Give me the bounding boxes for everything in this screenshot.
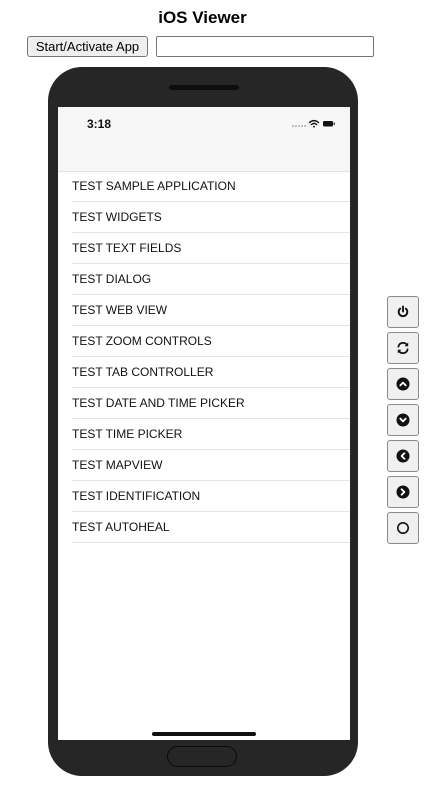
list-item-test-identification[interactable]: TEST IDENTIFICATION	[72, 481, 350, 512]
chevron-left-icon	[396, 449, 410, 463]
start-activate-app-button[interactable]: Start/Activate App	[27, 36, 148, 57]
list-item-test-time-picker[interactable]: TEST TIME PICKER	[72, 419, 350, 450]
list-item-test-mapview[interactable]: TEST MAPVIEW	[72, 450, 350, 481]
list-item-test-web-view[interactable]: TEST WEB VIEW	[72, 295, 350, 326]
status-time: 3:18	[87, 117, 112, 131]
swipe-right-button[interactable]	[387, 476, 419, 508]
wifi-icon	[308, 119, 320, 128]
list-item-test-date-and-time-picker[interactable]: TEST DATE AND TIME PICKER	[72, 388, 350, 419]
list-item-test-tab-controller[interactable]: TEST TAB CONTROLLER	[72, 357, 350, 388]
chevron-right-icon	[396, 485, 410, 499]
power-icon	[397, 305, 409, 318]
rotate-refresh-button[interactable]	[387, 332, 419, 364]
refresh-icon	[397, 341, 409, 355]
list-item-test-widgets[interactable]: TEST WIDGETS	[72, 202, 350, 233]
power-button[interactable]	[387, 296, 419, 328]
chevron-up-icon	[396, 377, 410, 391]
list-item-test-zoom-controls[interactable]: TEST ZOOM CONTROLS	[72, 326, 350, 357]
status-icons	[292, 119, 335, 128]
list-item-test-text-fields[interactable]: TEST TEXT FIELDS	[72, 233, 350, 264]
scroll-up-button[interactable]	[387, 368, 419, 400]
swipe-left-button[interactable]	[387, 440, 419, 472]
iphone-frame: 3:18 TEST SAMPLE APPLICATION TEST WIDGET…	[48, 67, 358, 776]
list-item-test-autoheal[interactable]: TEST AUTOHEAL	[72, 512, 350, 543]
list-item-test-sample-application[interactable]: TEST SAMPLE APPLICATION	[72, 171, 350, 202]
list-item-test-dialog[interactable]: TEST DIALOG	[72, 264, 350, 295]
device-screen[interactable]: 3:18 TEST SAMPLE APPLICATION TEST WIDGET…	[58, 107, 350, 740]
hardware-home-button[interactable]	[167, 746, 237, 767]
device-control-panel	[387, 296, 419, 548]
home-circle-icon	[397, 522, 409, 534]
signal-dots-icon	[292, 125, 306, 127]
battery-icon	[323, 121, 335, 127]
test-list: TEST SAMPLE APPLICATION TEST WIDGETS TES…	[58, 171, 350, 543]
status-bar: 3:18	[58, 107, 350, 172]
app-url-input[interactable]	[156, 36, 374, 57]
page-title: iOS Viewer	[158, 8, 247, 27]
scroll-down-button[interactable]	[387, 404, 419, 436]
chevron-down-icon	[396, 413, 410, 427]
earpiece-speaker	[169, 85, 239, 90]
home-button[interactable]	[387, 512, 419, 544]
home-indicator-bar	[152, 732, 256, 736]
